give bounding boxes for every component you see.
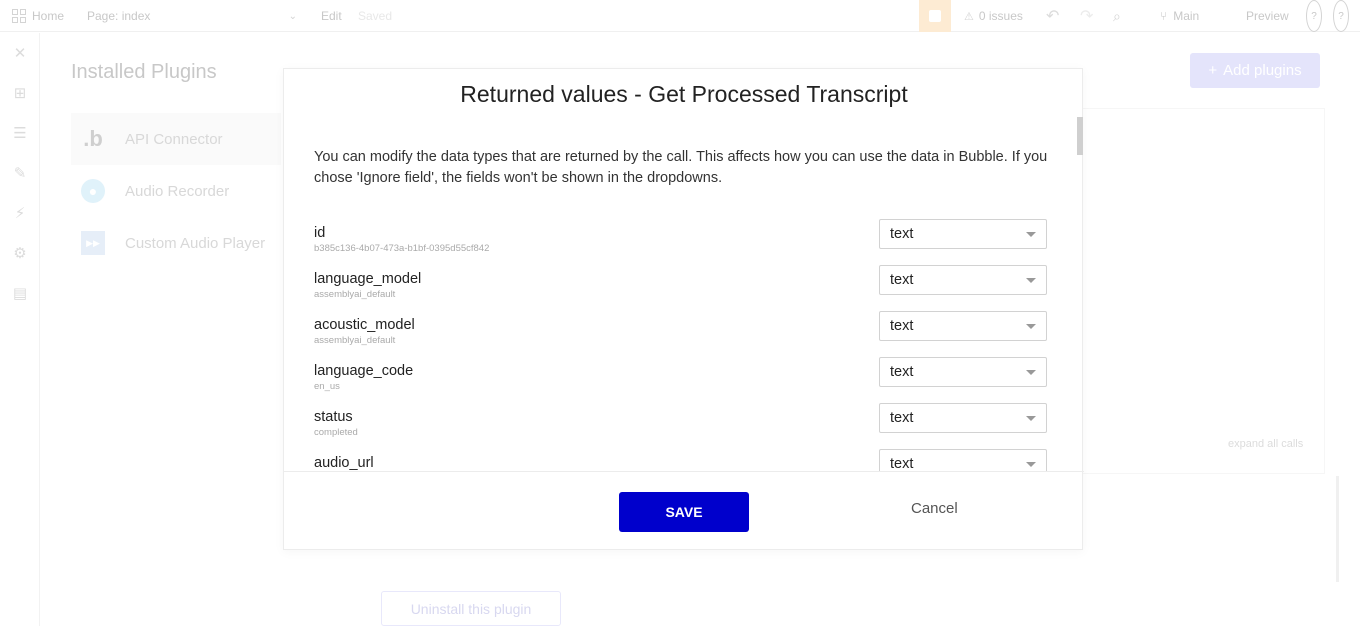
chevron-down-icon: ⌄ xyxy=(288,10,297,22)
question-icon[interactable]: ? xyxy=(1333,0,1349,32)
field-name: language_model xyxy=(314,271,422,287)
field-name: id xyxy=(314,225,326,241)
field-type-dropdown[interactable]: text xyxy=(879,449,1047,471)
modal-title: Returned values - Get Processed Transcri… xyxy=(460,81,908,107)
api-connector-icon: .b xyxy=(83,126,103,151)
chevron-down-icon xyxy=(1026,324,1036,329)
branch-label: Main xyxy=(1173,9,1200,23)
settings-gear-icon[interactable]: ⚙ xyxy=(11,245,29,263)
returned-values-modal: Returned values - Get Processed Transcri… xyxy=(283,68,1084,551)
field-type-value: text xyxy=(890,456,914,471)
plugin-item-api-connector[interactable]: .b API Connector xyxy=(71,113,281,165)
field-name: acoustic_model xyxy=(314,317,415,333)
chevron-down-icon xyxy=(1026,370,1036,375)
chevron-down-icon xyxy=(1026,232,1036,237)
data-icon[interactable]: ☰ xyxy=(11,125,29,143)
player-icon: ▶▶ xyxy=(81,231,105,255)
page-scrollbar[interactable] xyxy=(1336,476,1339,582)
field-row: acoustic_model assemblyai_default text xyxy=(314,311,1049,357)
grid-icon xyxy=(12,9,26,23)
field-sample-value: completed xyxy=(314,427,358,438)
field-type-dropdown[interactable]: text xyxy=(879,219,1047,249)
saved-status: Saved xyxy=(358,9,393,23)
logs-document-icon[interactable]: ▤ xyxy=(11,285,29,303)
plugin-label: Custom Audio Player xyxy=(125,234,266,252)
issues-indicator[interactable]: ⚠ 0 issues xyxy=(964,0,1023,32)
cancel-button[interactable]: Cancel xyxy=(911,500,958,517)
page-title: Installed Plugins xyxy=(71,61,217,83)
field-sample-value: assemblyai_default xyxy=(314,289,396,300)
plugin-item-audio-recorder[interactable]: ● Audio Recorder xyxy=(71,165,281,217)
plugins-plug-icon[interactable]: ⚡ xyxy=(11,205,29,223)
save-button[interactable]: SAVE xyxy=(619,492,749,532)
undo-icon[interactable]: ↶ xyxy=(1046,0,1059,32)
field-type-value: text xyxy=(890,364,914,380)
top-bar: Home Page: index ⌄ Edit Saved ⚠ 0 issues… xyxy=(0,0,1360,32)
field-row: audio_url text xyxy=(314,449,1049,471)
warning-icon: ⚠ xyxy=(964,10,974,23)
plus-icon: + xyxy=(1208,62,1218,79)
chevron-down-icon xyxy=(1026,278,1036,283)
mic-icon: ● xyxy=(81,179,105,203)
page-selector[interactable]: Page: index ⌄ xyxy=(87,0,297,32)
field-row: language_model assemblyai_default text xyxy=(314,265,1049,311)
field-type-value: text xyxy=(890,318,914,334)
returned-fields-list: id b385c136-4b07-473a-b1bf-0395d55cf842 … xyxy=(314,219,1049,471)
branch-icon: ⑂ xyxy=(1160,9,1168,23)
field-row: id b385c136-4b07-473a-b1bf-0395d55cf842 … xyxy=(314,219,1049,265)
design-tools-icon[interactable]: ✕ xyxy=(11,45,29,63)
field-type-dropdown[interactable]: text xyxy=(879,311,1047,341)
field-name: language_code xyxy=(314,363,414,379)
chevron-down-icon xyxy=(1026,416,1036,421)
field-sample-value: assemblyai_default xyxy=(314,335,396,346)
modal-scrollbar[interactable] xyxy=(1077,117,1083,155)
field-row: language_code en_us text xyxy=(314,357,1049,403)
page-selector-label: Page: index xyxy=(87,9,151,23)
field-name: audio_url xyxy=(314,455,374,471)
field-type-value: text xyxy=(890,226,914,242)
home-label: Home xyxy=(32,9,65,23)
modal-description: You can modify the data types that are r… xyxy=(314,149,1048,186)
plugin-list: .b API Connector ● Audio Recorder ▶▶ Cus… xyxy=(71,113,281,269)
field-type-dropdown[interactable]: text xyxy=(879,265,1047,295)
modal-footer: SAVE Cancel xyxy=(284,471,1084,551)
plugin-label: Audio Recorder xyxy=(125,182,230,200)
field-type-dropdown[interactable]: text xyxy=(879,403,1047,433)
redo-icon[interactable]: ↷ xyxy=(1080,0,1093,32)
field-sample-value: b385c136-4b07-473a-b1bf-0395d55cf842 xyxy=(314,243,490,254)
edit-mode-label[interactable]: Edit xyxy=(321,0,342,32)
field-row: status completed text xyxy=(314,403,1049,449)
bell-icon xyxy=(929,10,941,22)
field-type-value: text xyxy=(890,410,914,426)
home-nav[interactable]: Home xyxy=(12,0,64,32)
issues-label: 0 issues xyxy=(978,9,1023,23)
preview-button[interactable]: Preview xyxy=(1246,0,1289,32)
workflow-icon[interactable]: ⊞ xyxy=(11,85,29,103)
modal-body: You can modify the data types that are r… xyxy=(284,117,1084,471)
add-plugins-label: Add plugins xyxy=(1223,62,1302,79)
branch-selector[interactable]: ⑂ Main xyxy=(1160,0,1199,32)
field-name: status xyxy=(314,409,353,425)
uninstall-plugin-button[interactable]: Uninstall this plugin xyxy=(381,591,561,626)
search-icon[interactable]: ⌕ xyxy=(1113,0,1121,32)
field-type-dropdown[interactable]: text xyxy=(879,357,1047,387)
help-icon[interactable]: ? xyxy=(1306,0,1322,32)
plugin-details-panel xyxy=(1082,108,1325,474)
expand-all-calls-link[interactable]: expand all calls xyxy=(1228,438,1303,450)
field-sample-value: en_us xyxy=(314,381,340,392)
left-sidebar: ✕ ⊞ ☰ ✎ ⚡ ⚙ ▤ xyxy=(0,33,40,626)
chevron-down-icon xyxy=(1026,462,1036,467)
add-plugins-button[interactable]: + Add plugins xyxy=(1190,53,1320,88)
styles-brush-icon[interactable]: ✎ xyxy=(11,165,29,183)
field-type-value: text xyxy=(890,272,914,288)
plugin-item-custom-audio-player[interactable]: ▶▶ Custom Audio Player xyxy=(71,217,281,269)
notification-button[interactable] xyxy=(919,0,951,32)
plugin-label: API Connector xyxy=(125,130,223,148)
